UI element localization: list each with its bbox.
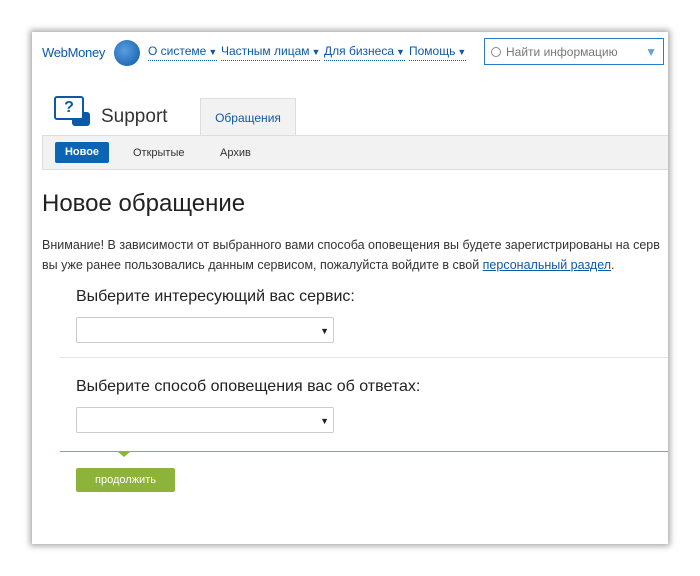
search-input[interactable]: Найти информацию ▼ <box>484 38 664 65</box>
service-label: Выберите интересующий вас сервис: <box>76 288 355 305</box>
notice-line1: Внимание! В зависимости от выбранного ва… <box>42 238 660 252</box>
nav-label: О системе <box>148 44 207 58</box>
subtab-new[interactable]: Новое <box>55 142 109 163</box>
chevron-down-icon: ▼ <box>311 47 321 57</box>
nav-label: Частным лицам <box>221 44 310 58</box>
chevron-down-icon: ▼ <box>320 326 329 336</box>
chevron-down-icon: ▼ <box>457 47 467 57</box>
webmoney-globe-icon <box>114 40 140 66</box>
notice-period: . <box>611 258 615 272</box>
webmoney-logo[interactable]: WebMoney <box>42 45 105 60</box>
subtab-archive[interactable]: Архив <box>220 147 251 159</box>
notice-line2: вы уже ранее пользовались данным сервисо… <box>42 258 483 272</box>
notify-select[interactable]: ▼ <box>76 407 334 433</box>
nav-personal[interactable]: Частным лицам ▼ <box>221 44 321 61</box>
nav-about[interactable]: О системе ▼ <box>148 44 218 61</box>
support-title: Support <box>101 106 168 127</box>
notify-label: Выберите способ оповещения вас об ответа… <box>76 378 421 395</box>
continue-button[interactable]: продолжить <box>76 468 175 492</box>
personal-section-link[interactable]: персональный раздел <box>483 258 611 272</box>
subtab-open[interactable]: Открытые <box>133 147 185 159</box>
nav-label: Помощь <box>409 44 456 58</box>
nav-business[interactable]: Для бизнеса ▼ <box>324 44 405 61</box>
pointer-triangle-icon <box>118 452 130 457</box>
page-title: Новое обращение <box>42 190 246 217</box>
service-select[interactable]: ▼ <box>76 317 334 343</box>
browser-page: WebMoney О системе ▼ Частным лицам ▼ Для б… <box>32 32 668 544</box>
chevron-down-icon: ▼ <box>396 47 405 57</box>
search-icon <box>491 46 501 57</box>
nav-label: Для бизнеса <box>324 44 395 58</box>
nav-help[interactable]: Помощь ▼ <box>409 44 467 61</box>
tab-requests[interactable]: Обращения <box>200 98 296 136</box>
chevron-down-icon: ▼ <box>208 47 218 57</box>
search-placeholder: Найти информацию <box>506 44 618 59</box>
dropdown-arrow-icon[interactable]: ▼ <box>645 45 657 59</box>
notice-text: Внимание! В зависимости от выбранного ва… <box>42 235 668 275</box>
chevron-down-icon: ▼ <box>320 416 329 426</box>
support-chat-icon: ? <box>54 96 84 120</box>
divider <box>60 357 668 358</box>
green-divider <box>60 451 668 452</box>
